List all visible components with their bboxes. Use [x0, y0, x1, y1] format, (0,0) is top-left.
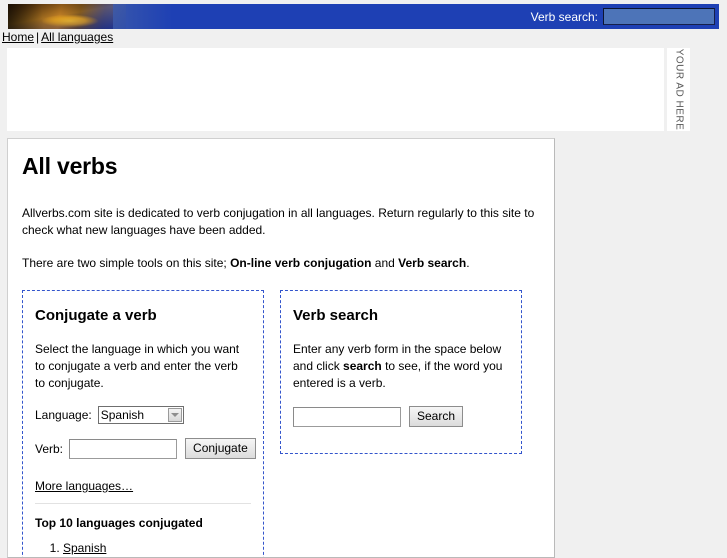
banner-gradient-fade [113, 4, 173, 29]
breadcrumb-link-all-languages[interactable]: All languages [41, 30, 113, 44]
banner-search-label: Verb search: [530, 9, 598, 24]
intro-p2-bold-conjugation: On-line verb conjugation [230, 256, 372, 270]
conjugate-verb-panel: Conjugate a verb Select the language in … [22, 290, 264, 557]
search-input-row: Search [293, 406, 509, 427]
intro-p2-mid: and [371, 256, 399, 270]
breadcrumb-link-home[interactable]: Home [2, 30, 34, 44]
panel-divider [35, 503, 251, 504]
more-languages-link[interactable]: More languages… [35, 479, 133, 493]
language-select-wrapper[interactable]: Spanish [97, 406, 184, 424]
search-desc-bold: search [343, 359, 382, 373]
intro-paragraph-2: There are two simple tools on this site;… [22, 255, 540, 272]
intro-p2-bold-verbsearch: Verb search [398, 256, 467, 270]
list-item: Spanish [63, 540, 251, 557]
verb-input-row: Verb: Conjugate [35, 438, 256, 459]
ad-placeholder-banner[interactable] [7, 48, 664, 131]
verb-search-panel: Verb search Enter any verb form in the s… [280, 290, 522, 454]
search-button[interactable]: Search [409, 406, 464, 427]
search-input[interactable] [293, 406, 401, 427]
language-select-row: Language: Spanish [35, 406, 251, 424]
conjugate-panel-description: Select the language in which you want to… [35, 342, 240, 390]
language-select[interactable]: Spanish [97, 406, 184, 424]
tool-panels: Conjugate a verb Select the language in … [22, 290, 540, 557]
banner-photo-image [8, 4, 126, 29]
top-languages-list: Spanish French [35, 540, 251, 557]
site-banner: Verb search: [8, 4, 719, 29]
verb-label: Verb: [35, 441, 64, 456]
top-languages-title: Top 10 languages conjugated [35, 516, 203, 530]
search-panel-description: Enter any verb form in the space below a… [293, 341, 509, 392]
ad-vertical-label: YOUR AD HERE [673, 48, 685, 131]
banner-search-input[interactable] [603, 8, 715, 25]
language-label: Language: [35, 408, 92, 422]
page-title: All verbs [22, 153, 118, 179]
breadcrumb: Home | All languages [2, 30, 113, 44]
main-content-panel: All verbs Allverbs.com site is dedicated… [7, 138, 555, 558]
top-language-link[interactable]: Spanish [63, 541, 106, 555]
search-panel-title: Verb search [293, 307, 379, 324]
verb-input[interactable] [69, 438, 178, 459]
banner-search-group: Verb search: [531, 4, 715, 29]
intro-p2-prefix: There are two simple tools on this site; [22, 256, 231, 270]
intro-p2-suffix: . [466, 256, 470, 270]
conjugate-panel-title: Conjugate a verb [35, 307, 157, 324]
intro-paragraph-1: Allverbs.com site is dedicated to verb c… [22, 206, 535, 237]
ad-placeholder-vertical[interactable]: YOUR AD HERE [667, 48, 690, 131]
conjugate-button[interactable]: Conjugate [185, 438, 256, 459]
